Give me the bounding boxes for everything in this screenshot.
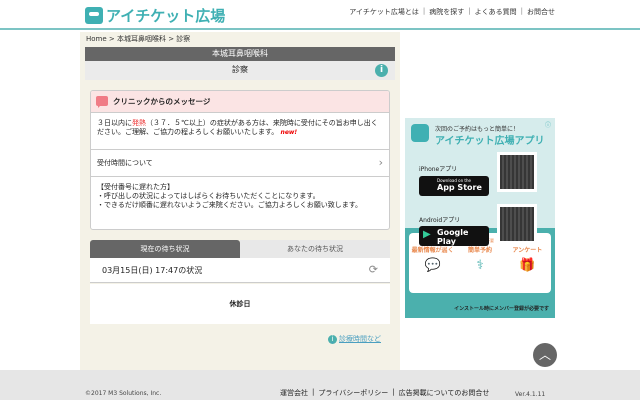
reception-hours-link[interactable]: 受付時間について › <box>91 149 389 176</box>
android-qr-code <box>497 204 537 244</box>
message-body: ３日以内に発熱（３７．５℃以上）の症状がある方は、来院時に受付にその旨お申し出く… <box>91 112 389 149</box>
breadcrumb[interactable]: Home > 本城耳鼻咽喉科 > 診察 <box>86 34 190 44</box>
status-row: 03月15日(日) 17:47の状況 ⟳ <box>90 258 390 283</box>
main-content: Home > 本城耳鼻咽喉科 > 診察 本城耳鼻咽喉科 診察 i クリニックから… <box>80 32 400 370</box>
footer-link-company[interactable]: 運営会社 <box>280 388 308 398</box>
iphone-label: iPhoneアプリ <box>419 166 458 173</box>
nav-separator: | <box>422 7 426 15</box>
site-logo[interactable]: アイチケット広場 <box>85 5 225 26</box>
message-highlight: 発熱 <box>132 119 146 127</box>
late-notice-line: ・呼び出しの状況によってはしばらくお待ちいただくことになります。 <box>97 192 320 200</box>
hours-info-link[interactable]: i 診療時間など <box>328 334 381 344</box>
message-icon <box>96 96 108 108</box>
footer-separator: | <box>392 388 395 396</box>
message-text: ３日以内に <box>97 119 132 127</box>
ad-info-icon[interactable]: ⓘ <box>545 120 551 129</box>
site-header: アイチケット広場 アイチケット広場とは | 病院を探す | よくある質問 | お問合せ <box>0 0 640 30</box>
footer-separator: | <box>312 388 315 396</box>
google-play-label: Google Play <box>437 228 469 246</box>
version-label: Ver.4.1.11 <box>515 391 546 398</box>
clinic-name-bar: 本城耳鼻咽喉科 <box>85 47 395 61</box>
nav-about[interactable]: アイチケット広場とは <box>349 7 419 17</box>
app-store-label: App Store <box>437 183 482 192</box>
nav-separator: | <box>520 7 523 15</box>
status-tabs: 現在の待ち状況 あなたの待ち状況 <box>90 240 390 261</box>
late-notice-title: 【受付番号に遅れた方】 <box>97 183 174 191</box>
chat-bubble-icon: 💬 <box>424 258 441 273</box>
clinic-message-card: クリニックからのメッセージ ３日以内に発熱（３７．５℃以上）の症状がある方は、来… <box>90 90 390 230</box>
message-header: クリニックからのメッセージ <box>91 91 389 112</box>
iphone-qr-code <box>497 152 537 192</box>
nav-separator: | <box>468 7 471 15</box>
app-ad-banner[interactable]: ⓘ 次回のご予約はもっと簡単に！ アイチケット広場アプリ iPhoneアプリ D… <box>405 118 555 318</box>
status-timestamp: 03月15日(日) 17:47の状況 <box>102 266 203 275</box>
chevron-right-icon: › <box>378 156 383 169</box>
late-notice-line: ・できるだけ順番に遅れないようご来院ください。ご協力よろしくお願い致します。 <box>97 201 363 209</box>
late-notice: 【受付番号に遅れた方】 ・呼び出しの状況によってはしばらくお待ちいただくことにな… <box>91 176 389 216</box>
refresh-icon[interactable]: ⟳ <box>369 264 378 276</box>
site-footer: ©2017 M3 Solutions, Inc. 運営会社 | プライバシーポリシ… <box>0 370 640 400</box>
top-nav: アイチケット広場とは | 病院を探す | よくある質問 | お問合せ <box>349 7 555 17</box>
department-title: 診察 <box>85 61 395 80</box>
new-badge: new! <box>280 129 298 136</box>
hours-info-label: 診療時間など <box>339 335 381 343</box>
ad-note: インストール時にメンバー登録が必要です <box>454 306 549 312</box>
gift-icon: 🎁 <box>519 258 536 273</box>
tab-your-status[interactable]: あなたの待ち状況 <box>240 240 390 258</box>
copyright: ©2017 M3 Solutions, Inc. <box>85 390 162 397</box>
ad-title: アイチケット広場アプリ <box>435 136 545 147</box>
google-play-button[interactable]: ▶ Google Play で手に入れよう <box>419 226 489 251</box>
footer-links: 運営会社 | プライバシーポリシー | 広告掲載についてのお問合せ <box>280 388 489 398</box>
closed-day-label: 休診日 <box>90 284 390 324</box>
play-icon: ▶ <box>423 229 431 240</box>
app-store-button[interactable]: Download on the App Store <box>419 176 489 196</box>
nav-faq[interactable]: よくある質問 <box>475 7 517 17</box>
app-logo-icon <box>411 124 429 142</box>
nav-find-hospital[interactable]: 病院を探す <box>429 7 464 17</box>
stethoscope-icon: ⚕ <box>476 258 484 273</box>
nav-contact[interactable]: お問合せ <box>527 7 555 17</box>
info-icon[interactable]: i <box>375 64 388 77</box>
reception-hours-label: 受付時間について <box>97 159 153 167</box>
tab-current-status[interactable]: 現在の待ち状況 <box>90 240 240 261</box>
footer-link-ad-inquiry[interactable]: 広告掲載についてのお問合せ <box>399 388 490 398</box>
logo-text: アイチケット広場 <box>106 7 226 25</box>
logo-mark-icon <box>85 7 103 24</box>
footer-link-privacy[interactable]: プライバシーポリシー <box>318 388 388 398</box>
chevron-up-icon: ︿ <box>538 348 551 362</box>
scroll-to-top-button[interactable]: ︿ <box>533 343 557 367</box>
info-icon: i <box>328 334 337 344</box>
android-label: Androidアプリ <box>419 217 461 224</box>
google-play-small: で手に入れよう <box>437 246 465 251</box>
message-title: クリニックからのメッセージ <box>113 97 211 106</box>
